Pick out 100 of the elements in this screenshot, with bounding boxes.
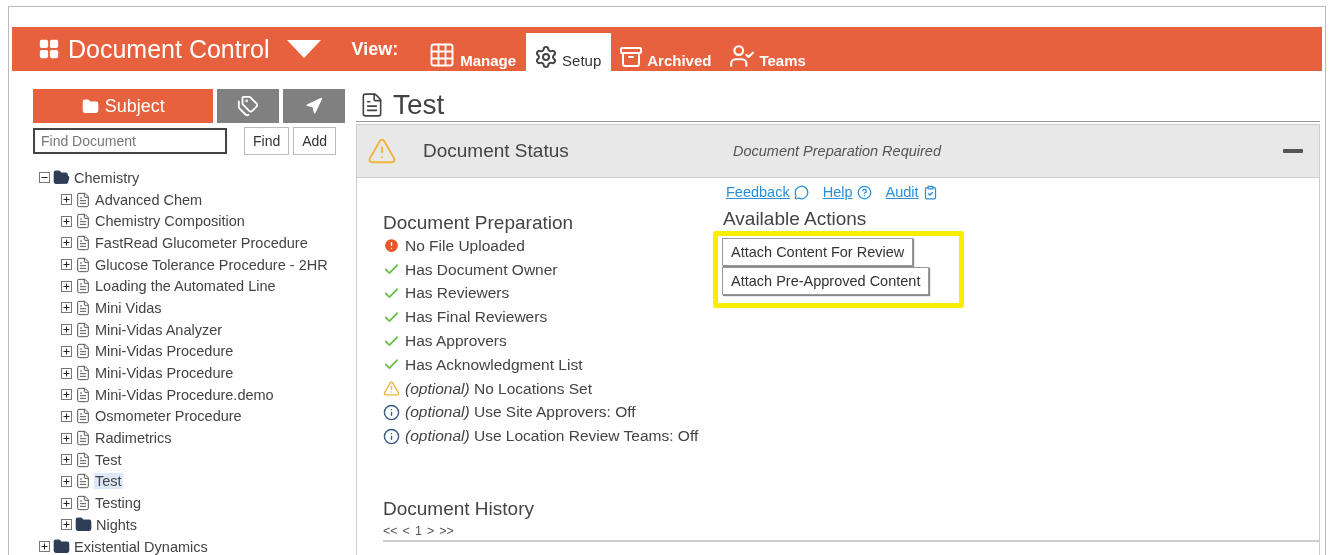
tree-item[interactable]: Testing bbox=[94, 495, 142, 512]
document-icon bbox=[75, 234, 91, 251]
document-icon bbox=[75, 191, 91, 208]
tree-item[interactable]: Nights bbox=[95, 516, 139, 533]
expand-icon[interactable] bbox=[61, 519, 72, 531]
folder-icon bbox=[75, 516, 92, 534]
collapse-icon[interactable] bbox=[39, 172, 50, 184]
folder-icon bbox=[53, 538, 70, 555]
tree-item[interactable]: FastRead Glucometer Procedure bbox=[94, 234, 309, 251]
expand-icon[interactable] bbox=[61, 302, 72, 314]
tree-item[interactable]: Mini-Vidas Analyzer bbox=[94, 321, 224, 338]
pager-link[interactable]: >> bbox=[439, 524, 454, 539]
section-heading: Document Preparation bbox=[383, 212, 575, 234]
navigation-icon bbox=[305, 97, 324, 115]
tree-item[interactable]: Loading the Automated Line bbox=[94, 278, 277, 295]
document-icon bbox=[75, 386, 91, 403]
document-icon bbox=[75, 299, 91, 316]
checklist-item: (optional) Use Location Review Teams: Off bbox=[405, 427, 699, 446]
panel-link[interactable]: Feedback bbox=[726, 182, 809, 202]
expand-icon[interactable] bbox=[61, 194, 72, 206]
document-icon bbox=[75, 256, 91, 273]
expand-icon[interactable] bbox=[61, 215, 72, 227]
status-title: Document Status bbox=[423, 140, 570, 162]
user-check-icon bbox=[729, 43, 756, 69]
document-title: Test bbox=[393, 89, 445, 121]
tree-item[interactable]: Mini-Vidas Procedure bbox=[94, 343, 235, 360]
document-icon bbox=[75, 213, 91, 230]
tree-item[interactable]: Test bbox=[94, 473, 123, 490]
folder-icon bbox=[53, 169, 70, 187]
expand-icon[interactable] bbox=[39, 541, 50, 553]
pager-link[interactable]: 1 bbox=[414, 524, 422, 539]
tree-item[interactable]: Glucose Tolerance Procedure - 2HR bbox=[94, 256, 329, 273]
checklist-item: Has Final Reviewers bbox=[405, 308, 548, 327]
cabinet-icon bbox=[619, 45, 644, 69]
expand-icon[interactable] bbox=[61, 454, 72, 466]
expand-icon[interactable] bbox=[61, 259, 72, 271]
tree-item[interactable]: Mini-Vidas Procedure bbox=[94, 365, 235, 382]
sidebar-tab[interactable] bbox=[283, 89, 345, 123]
checklist-item: (optional) No Locations Set bbox=[405, 379, 592, 398]
folder-icon bbox=[81, 97, 99, 115]
sidebar-tab[interactable] bbox=[217, 89, 280, 123]
pager-link[interactable]: << bbox=[383, 524, 398, 539]
app-title: Document Control bbox=[68, 34, 270, 64]
document-icon bbox=[75, 321, 91, 338]
document-icon bbox=[75, 278, 91, 295]
expand-icon[interactable] bbox=[61, 497, 72, 509]
view-tab[interactable]: Setup bbox=[526, 33, 612, 71]
help-icon bbox=[856, 184, 872, 200]
tree-item[interactable]: Mini Vidas bbox=[94, 299, 163, 316]
warning-icon bbox=[383, 380, 400, 398]
checklist-item: Has Reviewers bbox=[405, 284, 510, 303]
pager-link[interactable]: < bbox=[402, 524, 410, 539]
checklist-item: Has Approvers bbox=[405, 332, 507, 351]
tree-item[interactable]: Mini-Vidas Procedure.demo bbox=[94, 386, 275, 403]
tree-item[interactable]: Chemistry Composition bbox=[94, 213, 246, 230]
expand-icon[interactable] bbox=[61, 432, 72, 444]
view-label: View: bbox=[351, 38, 399, 60]
section-heading: Available Actions bbox=[723, 208, 868, 230]
expand-icon[interactable] bbox=[61, 280, 72, 292]
tree-item[interactable]: Advanced Chem bbox=[94, 191, 204, 208]
checklist-item: (optional) Use Site Approvers: Off bbox=[405, 403, 636, 422]
action-button[interactable]: Attach Content For Review bbox=[722, 238, 914, 266]
pager-link[interactable]: > bbox=[426, 524, 435, 539]
checklist-item: No File Uploaded bbox=[405, 236, 525, 255]
document-icon bbox=[75, 495, 91, 512]
expand-icon[interactable] bbox=[61, 345, 72, 357]
tree-item[interactable]: Test bbox=[94, 451, 123, 468]
search-button[interactable]: Find bbox=[244, 127, 290, 155]
expand-icon[interactable] bbox=[61, 237, 72, 249]
checklist-item: Has Document Owner bbox=[405, 260, 558, 279]
search-button[interactable]: Add bbox=[293, 127, 337, 155]
clipboard-check-icon bbox=[922, 184, 938, 200]
expand-icon[interactable] bbox=[61, 410, 72, 422]
grid-icon bbox=[38, 38, 60, 60]
tree-item[interactable]: Radimetrics bbox=[94, 430, 173, 447]
section-heading: Document History bbox=[383, 498, 535, 521]
gears-icon bbox=[534, 45, 559, 69]
tree-item[interactable]: Osmometer Procedure bbox=[94, 408, 243, 425]
document-icon bbox=[75, 408, 91, 425]
expand-icon[interactable] bbox=[61, 324, 72, 336]
tags-icon bbox=[237, 95, 260, 117]
speech-bubble-icon bbox=[793, 184, 809, 200]
info-icon bbox=[383, 427, 400, 445]
warning-icon bbox=[367, 136, 397, 166]
document-icon bbox=[75, 430, 91, 447]
tree-item[interactable]: Chemistry bbox=[73, 169, 141, 186]
caret-icon[interactable] bbox=[287, 40, 322, 58]
checklist-item: Has Acknowledgment List bbox=[405, 355, 583, 374]
expand-icon[interactable] bbox=[61, 367, 72, 379]
status-message: Document Preparation Required bbox=[733, 143, 943, 159]
panel-link[interactable]: Audit bbox=[885, 182, 938, 202]
expand-icon[interactable] bbox=[61, 475, 72, 487]
tree-item[interactable]: Existential Dynamics bbox=[73, 538, 209, 555]
document-icon bbox=[75, 473, 91, 490]
search-field[interactable]: Find Document bbox=[33, 128, 227, 154]
document-icon bbox=[75, 343, 91, 360]
document-icon bbox=[75, 451, 91, 468]
error-icon bbox=[383, 237, 400, 255]
action-button[interactable]: Attach Pre-Approved Content bbox=[722, 267, 930, 295]
expand-icon[interactable] bbox=[61, 389, 72, 401]
